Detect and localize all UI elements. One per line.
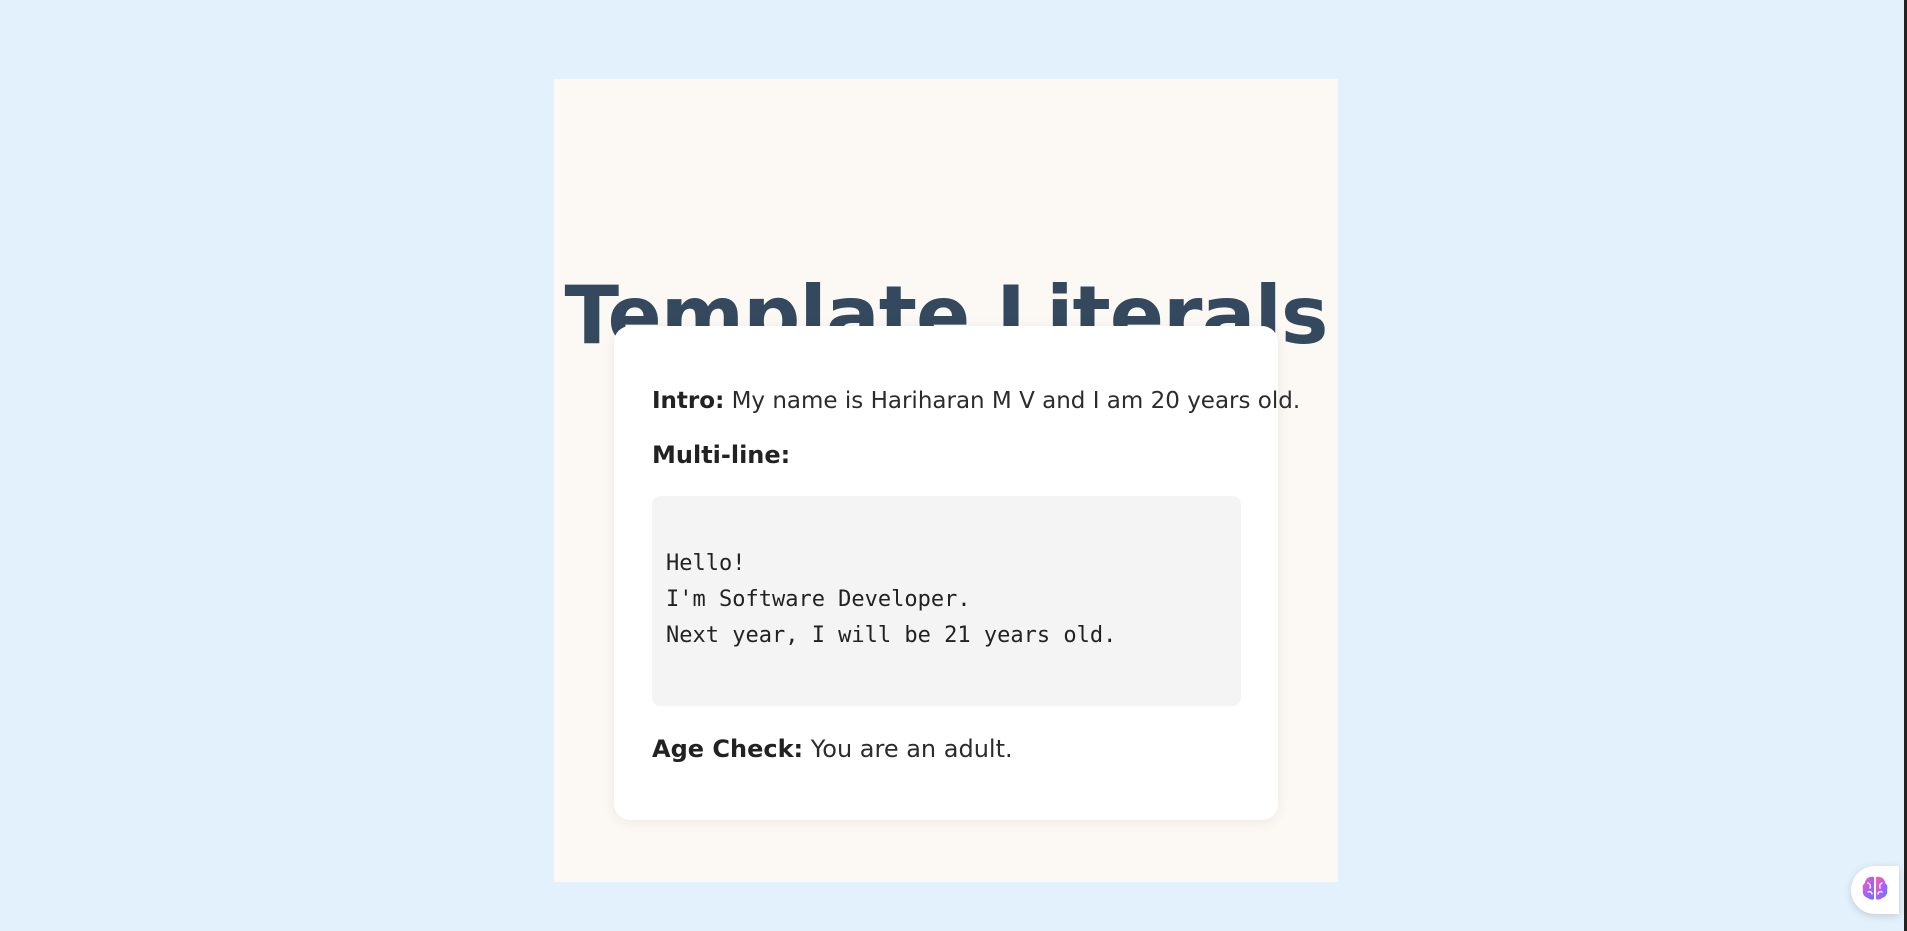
age-check-row: Age Check: You are an adult. <box>652 734 1013 764</box>
output-card: Intro: My name is Hariharan M V and I am… <box>614 326 1300 820</box>
intro-row: Intro: My name is Hariharan M V and I am… <box>652 386 1300 416</box>
multiline-code-block: Hello! I'm Software Developer. Next year… <box>652 496 1241 706</box>
age-check-text: You are an adult. <box>803 735 1013 763</box>
multiline-label: Multi-line: <box>652 441 791 469</box>
multiline-row: Multi-line: <box>652 440 790 470</box>
code-line: Hello! <box>666 551 746 576</box>
code-line: Next year, I will be 21 years old. <box>666 623 1117 648</box>
brain-icon <box>1860 873 1890 907</box>
code-line: I'm Software Developer. <box>666 587 971 612</box>
age-check-label: Age Check: <box>652 735 804 763</box>
intro-label: Intro: <box>652 388 725 414</box>
intro-text: My name is Hariharan M V and I am 20 yea… <box>724 388 1301 414</box>
assistant-widget-button[interactable] <box>1851 866 1899 914</box>
content-panel: Template Literals Intro: My name is Hari… <box>554 79 1338 882</box>
